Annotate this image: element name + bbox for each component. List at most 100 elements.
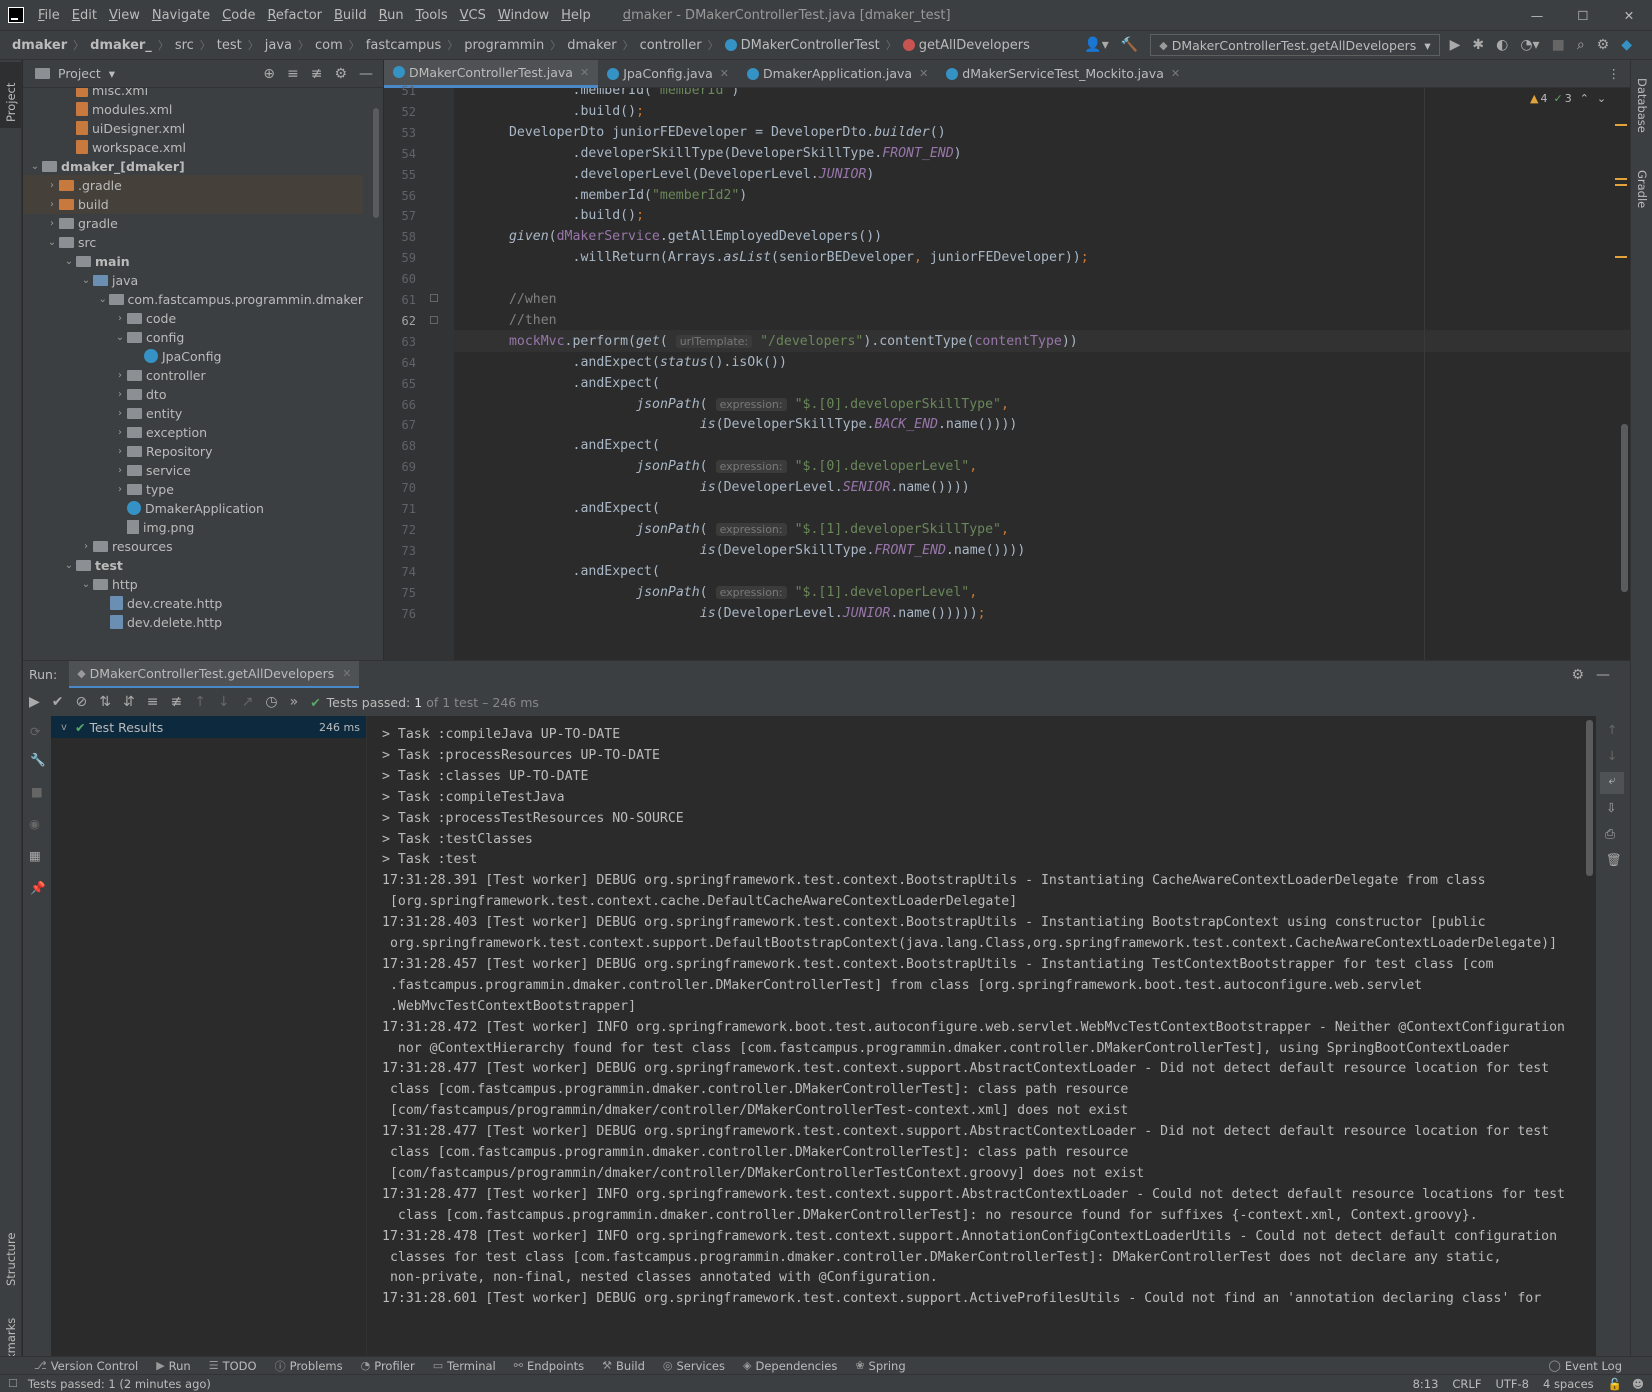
gear-icon[interactable]: ⚙ — [1571, 667, 1584, 683]
chevron-down-icon[interactable]: ⌄ — [79, 579, 93, 590]
bottom-tab-problems[interactable]: ⓘ Problems — [275, 1358, 343, 1374]
menu-run[interactable]: Run — [379, 8, 404, 23]
collapse-all-icon[interactable]: ≢ — [170, 694, 182, 710]
pin-icon[interactable]: 📌 — [30, 880, 46, 896]
menu-tools[interactable]: Tools — [416, 8, 448, 23]
chevron-down-icon[interactable]: v — [57, 722, 71, 733]
menu-view[interactable]: View — [109, 8, 140, 23]
chevron-down-icon[interactable]: ⌄ — [79, 275, 93, 286]
bottom-tab-todo[interactable]: ☰ TODO — [209, 1359, 257, 1373]
line-separator[interactable]: CRLF — [1452, 1377, 1481, 1391]
bottom-tab-spring[interactable]: ❀ Spring — [855, 1359, 905, 1373]
menu-file[interactable]: File — [38, 8, 60, 23]
maximize-icon[interactable]: ☐ — [1560, 8, 1606, 23]
import-icon[interactable]: ↗ — [242, 694, 254, 710]
tree-item[interactable]: ⌄ src — [45, 232, 363, 252]
line-number[interactable]: 60 — [394, 272, 416, 286]
editor-tab[interactable]: dMakerServiceTest_Mockito.java ✕ — [937, 60, 1189, 88]
tree-item[interactable]: ⌄ test — [62, 555, 363, 575]
line-number[interactable]: 65 — [394, 377, 416, 391]
lock-icon[interactable]: 🔓 — [1608, 1377, 1622, 1391]
print-icon[interactable]: ⎙ — [1605, 826, 1615, 842]
line-number[interactable]: 63 — [394, 335, 416, 349]
tree-item[interactable]: › code — [113, 308, 363, 328]
tree-item[interactable]: ⌄ main — [62, 251, 363, 271]
line-number[interactable]: 53 — [394, 126, 416, 140]
event-log-tab[interactable]: ◯ Event Log — [1549, 1359, 1622, 1373]
arrow-down-icon[interactable]: ↓ — [218, 694, 230, 710]
breadcrumb-item[interactable]: controller — [640, 38, 702, 53]
close-icon[interactable]: ✕ — [580, 66, 589, 79]
chevron-down-icon[interactable]: ⌄ — [45, 237, 59, 248]
close-icon[interactable]: ✕ — [342, 667, 351, 680]
breadcrumb-item[interactable]: dmaker — [12, 38, 67, 53]
chevron-right-icon[interactable]: › — [113, 313, 127, 324]
tree-item[interactable]: ⌄ java — [79, 270, 363, 290]
chevron-right-icon[interactable]: › — [45, 218, 59, 229]
layout-icon[interactable]: ▦ — [29, 848, 41, 863]
expand-all-icon[interactable]: ≡ — [147, 694, 159, 710]
bottom-tab-profiler[interactable]: ◔ Profiler — [361, 1359, 415, 1373]
breadcrumb-item[interactable]: test — [217, 38, 242, 53]
tree-item[interactable]: › .gradle — [23, 175, 363, 195]
chevron-down-icon[interactable]: ⌄ — [28, 161, 42, 172]
chevron-right-icon[interactable]: › — [79, 541, 93, 552]
chevron-down-icon[interactable]: ⌄ — [113, 332, 127, 343]
eye-icon[interactable]: ◉ — [29, 816, 40, 831]
minimize-icon[interactable]: — — [1514, 8, 1560, 23]
line-number[interactable]: 54 — [394, 147, 416, 161]
coverage-icon[interactable]: ◐ — [1496, 37, 1508, 53]
menu-navigate[interactable]: Navigate — [152, 8, 210, 23]
sort-alpha-icon[interactable]: ⇅ — [99, 694, 111, 710]
editor-tab[interactable]: JpaConfig.java ✕ — [598, 60, 738, 88]
line-number[interactable]: 76 — [394, 607, 416, 621]
tree-item[interactable]: ⌄ http — [79, 574, 363, 594]
soft-wrap-icon[interactable]: ⤶ — [1600, 772, 1624, 794]
collapse-all-icon[interactable]: ≢ — [311, 66, 323, 82]
chevron-right-icon[interactable]: › — [113, 484, 127, 495]
menu-build[interactable]: Build — [334, 8, 367, 23]
line-number[interactable]: 72 — [394, 523, 416, 537]
test-results-row[interactable]: v ✔ Test Results 246 ms — [51, 716, 366, 738]
scroll-end-icon[interactable]: ⇩ — [1606, 800, 1616, 815]
show-passed-icon[interactable]: ✔ — [52, 694, 64, 710]
user-icon[interactable]: 👤▾ — [1084, 37, 1108, 53]
rerun-failed-icon[interactable]: ⟳ — [30, 724, 40, 739]
structure-tool-tab[interactable]: Structure — [4, 1233, 18, 1287]
tree-item[interactable]: ⌄ dmaker_ [dmaker] — [28, 156, 363, 176]
breadcrumb-item[interactable]: DMakerControllerTest — [741, 38, 880, 53]
gear-icon[interactable]: ⚙ — [334, 66, 347, 82]
jetbrains-icon[interactable]: ◆ — [1621, 37, 1632, 53]
status-message[interactable]: Tests passed: 1 (2 minutes ago) — [28, 1377, 211, 1391]
breadcrumb-item[interactable]: java — [265, 38, 292, 53]
bottom-tab-endpoints[interactable]: ⚯ Endpoints — [514, 1359, 584, 1373]
gradle-tool-tab[interactable]: Gradle — [1635, 170, 1649, 208]
line-number[interactable]: 56 — [394, 189, 416, 203]
breadcrumb-item[interactable]: programmin — [464, 38, 544, 53]
line-number[interactable]: 66 — [394, 398, 416, 412]
hide-icon[interactable]: — — [359, 66, 373, 82]
status-window-icon[interactable]: ☐ — [8, 1377, 18, 1390]
bottom-tab-services[interactable]: ◎ Services — [663, 1359, 725, 1373]
breadcrumb-item[interactable]: fastcampus — [366, 38, 441, 53]
tree-item[interactable]: › resources — [79, 536, 363, 556]
close-icon[interactable]: ✕ — [720, 67, 729, 80]
history-icon[interactable]: ◷ — [265, 694, 277, 710]
trash-icon[interactable]: 🗑 — [1606, 852, 1622, 868]
menu-help[interactable]: Help — [561, 8, 591, 23]
profile-icon[interactable]: ◔▾ — [1520, 37, 1539, 53]
breadcrumb-item[interactable]: dmaker_ — [90, 38, 152, 53]
notifications-icon[interactable]: ☻ — [1632, 1377, 1644, 1391]
chevron-down-icon[interactable]: ⌄ — [1597, 92, 1606, 105]
chevron-down-icon[interactable]: ⌄ — [96, 294, 109, 305]
bottom-tab-terminal[interactable]: ▭ Terminal — [433, 1359, 496, 1373]
tree-item[interactable]: › controller — [113, 365, 363, 385]
fold-marker-icon[interactable] — [430, 294, 438, 302]
line-number[interactable]: 64 — [394, 356, 416, 370]
chevron-right-icon[interactable]: › — [113, 408, 127, 419]
chevron-up-icon[interactable]: ⌃ — [1580, 92, 1589, 105]
more-icon[interactable]: ⋮ — [1608, 66, 1621, 81]
tree-item[interactable]: modules.xml — [62, 99, 363, 119]
chevron-down-icon[interactable]: ▾ — [109, 66, 115, 81]
tree-item[interactable]: uiDesigner.xml — [62, 118, 363, 138]
